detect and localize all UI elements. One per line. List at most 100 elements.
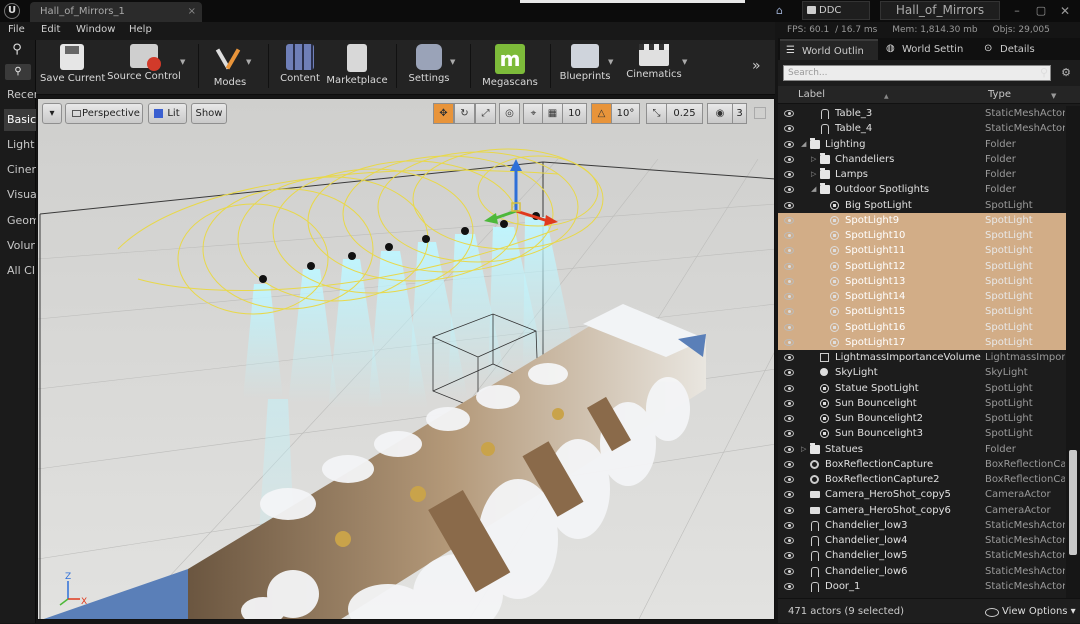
- outliner-row[interactable]: ◢ Outdoor Spotlights Folder: [778, 182, 1066, 197]
- blueprints-button[interactable]: Blueprints: [556, 42, 614, 92]
- column-type[interactable]: Type: [988, 86, 1011, 104]
- camera-speed-value[interactable]: 3: [733, 103, 747, 124]
- view-options-button[interactable]: View Options ▾: [985, 599, 1076, 624]
- modes-tab-recent[interactable]: Recen: [4, 84, 36, 106]
- viewport-scene[interactable]: Z X: [38, 99, 775, 620]
- outliner-row[interactable]: Table_3 StaticMeshActor: [778, 106, 1066, 121]
- modes-tab-volumes[interactable]: Volur: [4, 235, 36, 257]
- unreal-logo-icon[interactable]: U: [4, 3, 20, 19]
- ddc-indicator[interactable]: DDC: [802, 1, 870, 20]
- outliner-row[interactable]: Chandelier_low3 StaticMeshActor: [778, 518, 1066, 533]
- outliner-row[interactable]: SpotLight16 SpotLight: [778, 319, 1066, 335]
- outliner-row[interactable]: ▷ Chandeliers Folder: [778, 152, 1066, 167]
- outliner-row[interactable]: SpotLight14 SpotLight: [778, 289, 1066, 305]
- outliner-row[interactable]: Chandelier_low5 StaticMeshActor: [778, 548, 1066, 563]
- content-button[interactable]: Content: [274, 42, 326, 92]
- surface-snap-icon[interactable]: ⌖: [523, 103, 544, 124]
- outliner-row[interactable]: Table_4 StaticMeshActor: [778, 121, 1066, 136]
- scale-snap-value[interactable]: 0.25: [667, 103, 703, 124]
- search-icon[interactable]: ⚲: [1036, 65, 1052, 81]
- outliner-row[interactable]: BoxReflectionCapture BoxReflectionCap: [778, 457, 1066, 472]
- source-control-status-icon[interactable]: ⌂: [776, 4, 792, 17]
- outliner-row[interactable]: ▷ Lamps Folder: [778, 167, 1066, 182]
- visibility-eye-icon[interactable]: [784, 567, 794, 575]
- tree-expander-icon[interactable]: ▷: [811, 167, 816, 182]
- visibility-eye-icon[interactable]: [784, 384, 794, 392]
- minimize-icon[interactable]: –: [1010, 4, 1024, 18]
- scale-tool-icon[interactable]: ⤢: [475, 103, 496, 124]
- outliner-row[interactable]: Sun Bouncelight2 SpotLight: [778, 411, 1066, 426]
- tree-expander-icon[interactable]: ▷: [801, 442, 806, 457]
- viewport-options-dropdown[interactable]: ▾: [42, 103, 62, 124]
- tab-world-outliner[interactable]: ☰ World Outlin: [780, 39, 878, 60]
- modes-button[interactable]: Modes: [202, 42, 258, 92]
- visibility-eye-icon[interactable]: [784, 216, 794, 224]
- outliner-row[interactable]: ◢ Lighting Folder: [778, 137, 1066, 152]
- outliner-row[interactable]: Sun Bouncelight SpotLight: [778, 396, 1066, 411]
- outliner-row[interactable]: Door_1 StaticMeshActor: [778, 579, 1066, 594]
- outliner-settings-icon[interactable]: ⚙: [1058, 65, 1074, 81]
- world-local-toggle-icon[interactable]: ◎: [499, 103, 520, 124]
- outliner-row[interactable]: BoxReflectionCapture2 BoxReflectionCap: [778, 472, 1066, 487]
- outliner-tree[interactable]: Table_3 StaticMeshActor Table_4 StaticMeshA…: [778, 106, 1066, 599]
- outliner-row[interactable]: Sun Bouncelight3 SpotLight: [778, 426, 1066, 441]
- modes-dropdown-icon[interactable]: ▼: [246, 58, 251, 66]
- source-control-button[interactable]: Source Control: [106, 42, 182, 92]
- cinematics-button[interactable]: Cinematics: [624, 42, 684, 92]
- maximize-icon[interactable]: ▢: [1034, 4, 1048, 18]
- visibility-eye-icon[interactable]: [784, 247, 794, 255]
- visibility-eye-icon[interactable]: [784, 232, 794, 239]
- show-flags-button[interactable]: Show: [191, 103, 227, 124]
- maximize-viewport-icon[interactable]: [754, 107, 766, 119]
- tree-expander-icon[interactable]: ◢: [811, 182, 816, 197]
- outliner-row[interactable]: SpotLight15 SpotLight: [778, 304, 1066, 320]
- menu-file[interactable]: File: [8, 24, 25, 35]
- visibility-eye-icon[interactable]: [784, 262, 794, 270]
- visibility-eye-icon[interactable]: [784, 430, 794, 438]
- settings-dropdown-icon[interactable]: ▼: [450, 58, 455, 66]
- column-label[interactable]: Label: [798, 86, 825, 104]
- visibility-eye-icon[interactable]: [784, 506, 794, 514]
- outliner-row[interactable]: SpotLight12 SpotLight: [778, 258, 1066, 274]
- visibility-eye-icon[interactable]: [784, 110, 794, 117]
- mode-search-icon[interactable]: ⚲: [5, 64, 31, 80]
- outliner-row[interactable]: SpotLight10 SpotLight: [778, 228, 1066, 244]
- close-window-icon[interactable]: ✕: [1058, 4, 1072, 18]
- place-mode-icon[interactable]: ⚲: [7, 42, 27, 58]
- visibility-eye-icon[interactable]: [784, 369, 794, 377]
- menu-window[interactable]: Window: [76, 24, 115, 35]
- outliner-row[interactable]: Big SpotLight SpotLight: [778, 198, 1066, 213]
- visibility-eye-icon[interactable]: [784, 155, 794, 163]
- rotation-snap-value[interactable]: 10°: [612, 103, 640, 124]
- modes-tab-lights[interactable]: Light: [4, 134, 36, 156]
- outliner-row[interactable]: Chandelier_low6 StaticMeshActor: [778, 564, 1066, 579]
- perspective-button[interactable]: Perspective: [65, 103, 143, 124]
- outliner-row[interactable]: SpotLight9 SpotLight: [778, 212, 1066, 228]
- visibility-eye-icon[interactable]: [784, 415, 794, 422]
- outliner-row[interactable]: ▷ Statues Folder: [778, 442, 1066, 457]
- visibility-eye-icon[interactable]: [784, 537, 794, 544]
- outliner-row[interactable]: Camera_HeroShot_copy6 CameraActor: [778, 503, 1066, 518]
- modes-tab-all-classes[interactable]: All Cl: [4, 260, 36, 282]
- camera-speed-icon[interactable]: ◉: [707, 103, 733, 124]
- modes-tab-cinematic[interactable]: Ciner: [4, 159, 36, 181]
- tree-expander-icon[interactable]: ▷: [811, 152, 816, 167]
- outliner-row[interactable]: Chandelier_low4 StaticMeshActor: [778, 533, 1066, 548]
- translate-tool-icon[interactable]: ✥: [433, 103, 454, 124]
- outliner-search-input[interactable]: Search...: [783, 65, 1051, 81]
- visibility-eye-icon[interactable]: [784, 338, 794, 346]
- megascans-button[interactable]: m Megascans: [478, 42, 542, 92]
- toolbar-expand-icon[interactable]: »: [752, 58, 770, 76]
- visibility-eye-icon[interactable]: [784, 521, 794, 529]
- modes-tab-visual-effects[interactable]: Visua: [4, 184, 36, 206]
- document-tab[interactable]: Hall_of_Mirrors_1 ×: [30, 2, 202, 22]
- rotation-snap-toggle-icon[interactable]: △: [591, 103, 612, 124]
- outliner-row[interactable]: LightmassImportanceVolume LightmassImport: [778, 350, 1066, 365]
- tab-world-settings[interactable]: ◍ World Settin: [880, 39, 976, 60]
- settings-button[interactable]: Settings: [402, 42, 456, 92]
- blueprints-dropdown-icon[interactable]: ▼: [608, 58, 613, 66]
- visibility-eye-icon[interactable]: [784, 399, 794, 407]
- tree-expander-icon[interactable]: ◢: [801, 137, 806, 152]
- source-control-dropdown-icon[interactable]: ▼: [180, 58, 185, 66]
- visibility-eye-icon[interactable]: [784, 323, 794, 331]
